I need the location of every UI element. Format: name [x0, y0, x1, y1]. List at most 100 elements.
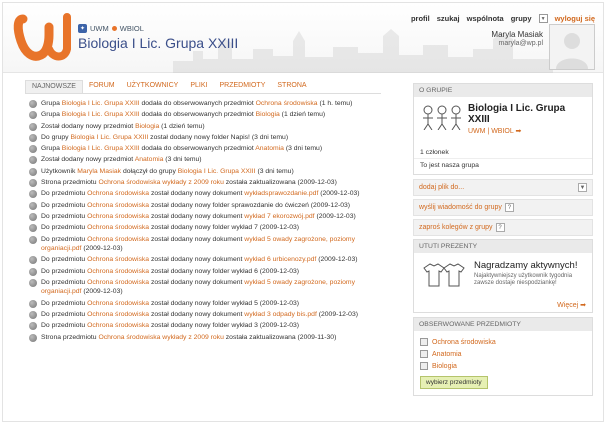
- prizes-header: UTUTI PREZENTY: [414, 240, 592, 253]
- activity-bullet-icon: [29, 267, 37, 276]
- activity-link[interactable]: wykład 3 odpady bis.pdf: [244, 311, 317, 318]
- ututi-logo-icon[interactable]: [13, 9, 71, 67]
- activity-link[interactable]: Ochrona środowiska wykłady z 2009 roku: [98, 334, 223, 341]
- activity-link[interactable]: Ochrona środowiska: [87, 256, 149, 263]
- activity-link[interactable]: wykład 7 ekorozwój.pdf: [244, 213, 314, 220]
- tab-przedmioty[interactable]: PRZEDMIOTY: [213, 80, 271, 93]
- faculty-label[interactable]: WBIOL: [120, 24, 144, 33]
- activity-link[interactable]: Ochrona środowiska: [87, 300, 149, 307]
- activity-link[interactable]: Ochrona środowiska: [256, 100, 318, 107]
- university-label[interactable]: UWM: [90, 24, 109, 33]
- add-file-dropdown[interactable]: dodaj plik do... ▼: [413, 179, 593, 196]
- activity-link[interactable]: Ochrona środowiska: [87, 279, 149, 286]
- activity-segment: został dodany nowy dokument: [149, 212, 245, 220]
- activity-link[interactable]: Biologia: [135, 123, 159, 130]
- activity-segment: Został dodany nowy przedmiot: [41, 122, 136, 130]
- activity-text: Do przedmiotu Ochrona środowiska został …: [41, 223, 299, 233]
- activity-bullet-icon: [29, 122, 37, 131]
- activity-segment: (1 dzień temu): [159, 122, 205, 130]
- watched-subject-link[interactable]: Ochrona środowiska: [414, 336, 592, 348]
- activity-segment: (3 dni temu): [283, 145, 323, 153]
- activity-link[interactable]: Ochrona środowiska: [87, 268, 149, 275]
- subject-book-icon: [420, 338, 428, 346]
- list-item: Do przedmiotu Ochrona środowiska został …: [29, 299, 389, 309]
- activity-bullet-icon: [29, 235, 37, 244]
- activity-link[interactable]: Ochrona środowiska: [87, 322, 149, 329]
- prizes-title: Nagradzamy aktywnych!: [474, 260, 578, 271]
- activity-link[interactable]: Biologia I Lic. Grupa XXIII: [70, 134, 148, 141]
- user-email[interactable]: maryla@wp.pl: [499, 40, 543, 47]
- activity-segment: Do przedmiotu: [41, 224, 88, 232]
- activity-link[interactable]: wykład 6 urbicenozy.pdf: [244, 256, 316, 263]
- help-icon[interactable]: ?: [495, 223, 505, 232]
- send-message-label: wyślij wiadomość do grupy: [419, 204, 502, 211]
- activity-segment: został dodany nowy dokument: [149, 278, 245, 286]
- tab-najnowsze[interactable]: NAJNOWSZE: [25, 80, 83, 93]
- activity-bullet-icon: [29, 278, 37, 287]
- list-item: Do przedmiotu Ochrona środowiska został …: [29, 310, 389, 320]
- activity-segment: został dodany nowy folder wykład 7 (2009…: [149, 224, 300, 232]
- group-org-label: UWM | WBIOL: [468, 128, 514, 135]
- invite-label: zaproś kolegów z grupy: [419, 224, 493, 231]
- choose-subjects-button[interactable]: wybierz przedmioty: [420, 376, 488, 389]
- activity-text: Grupa Biologia I Lic. Grupa XXIII dodała…: [41, 110, 325, 120]
- nav-community-link[interactable]: wspólnota: [467, 14, 504, 23]
- prizes-text: Najaktywniejszy użytkownik tygodnia zaws…: [474, 273, 573, 286]
- tab-forum[interactable]: FORUM: [83, 80, 121, 93]
- tab-strona[interactable]: STRONA: [271, 80, 312, 93]
- avatar[interactable]: [549, 24, 595, 70]
- activity-link[interactable]: Ochrona środowiska: [87, 224, 149, 231]
- activity-link[interactable]: Biologia I Lic. Grupa XXIII: [178, 168, 256, 175]
- university-badge[interactable]: ✦ UWM WBIOL: [78, 23, 144, 33]
- list-item: Do grupy Biologia I Lic. Grupa XXIII zos…: [29, 133, 389, 143]
- activity-link[interactable]: Ochrona środowiska: [87, 213, 149, 220]
- help-icon[interactable]: ?: [504, 203, 514, 212]
- send-message-button[interactable]: wyślij wiadomość do grupy ?: [413, 199, 593, 216]
- activity-segment: (2009-12-03): [314, 212, 356, 220]
- activity-link[interactable]: Anatomia: [135, 156, 164, 163]
- activity-link[interactable]: wykładsprawozdanie.pdf: [244, 190, 318, 197]
- nav-groups-link[interactable]: grupy: [511, 14, 532, 23]
- nav-profile-link[interactable]: profil: [411, 14, 430, 23]
- activity-link[interactable]: Ochrona środowiska: [87, 236, 149, 243]
- list-item: Do przedmiotu Ochrona środowiska został …: [29, 235, 389, 254]
- chevron-down-icon[interactable]: ▼: [578, 183, 587, 192]
- activity-bullet-icon: [29, 133, 37, 142]
- activity-link[interactable]: Biologia: [256, 111, 280, 118]
- page-frame: ✦ UWM WBIOL Biologia I Lic. Grupa XXIII …: [2, 2, 604, 422]
- subject-label: Anatomia: [432, 350, 462, 358]
- activity-link[interactable]: Ochrona środowiska: [87, 190, 149, 197]
- activity-bullet-icon: [29, 212, 37, 221]
- activity-segment: (2009-12-03): [318, 190, 360, 198]
- activity-link[interactable]: Ochrona środowiska: [87, 202, 149, 209]
- invite-button[interactable]: zaproś kolegów z grupy ?: [413, 219, 593, 236]
- activity-bullet-icon: [29, 224, 37, 233]
- activity-link[interactable]: Biologia I Lic. Grupa XXIII: [62, 145, 140, 152]
- activity-link[interactable]: Anatomia: [255, 145, 284, 152]
- activity-text: Użytkownik Maryla Masiak dołączył do gru…: [41, 167, 294, 177]
- activity-segment: został dodany nowy dokument: [149, 235, 245, 243]
- user-name[interactable]: Maryla Masiak: [491, 30, 543, 39]
- group-info-box: O GRUPIE Biologia I Lic. Grupa XXIII UWM…: [413, 83, 593, 175]
- activity-link[interactable]: Biologia I Lic. Grupa XXIII: [62, 111, 140, 118]
- activity-segment: Do przedmiotu: [41, 322, 88, 330]
- activity-segment: został dodany nowy folder wykład 3 (2009…: [149, 322, 300, 330]
- activity-link[interactable]: Biologia I Lic. Grupa XXIII: [62, 100, 140, 107]
- logout-link[interactable]: wyloguj się: [555, 14, 595, 23]
- watched-subject-link[interactable]: Anatomia: [414, 348, 592, 360]
- tab-pliki[interactable]: PLIKI: [184, 80, 213, 93]
- group-org-link[interactable]: UWM | WBIOL ➡: [468, 127, 586, 135]
- activity-segment: (2009-12-03): [81, 245, 123, 253]
- watched-subject-link[interactable]: Biologia: [414, 360, 592, 372]
- activity-link[interactable]: Maryla Masiak: [77, 168, 121, 175]
- watched-subjects-box: OBSERWOWANE PRZEDMIOTY Ochrona środowisk…: [413, 317, 593, 396]
- more-link[interactable]: Więcej ➡: [557, 301, 586, 309]
- nav-search-link[interactable]: szukaj: [437, 14, 460, 23]
- activity-link[interactable]: Ochrona środowiska wykłady z 2009 roku: [98, 179, 223, 186]
- tab-użytkownicy[interactable]: UŻYTKOWNICY: [121, 80, 185, 93]
- more-label: Więcej: [557, 302, 579, 309]
- activity-text: Grupa Biologia I Lic. Grupa XXIII dodała…: [41, 99, 352, 109]
- activity-segment: dodała do obserwowanych przedmiot: [139, 100, 256, 107]
- activity-link[interactable]: Ochrona środowiska: [87, 311, 149, 318]
- groups-dropdown-toggle[interactable]: ▼: [538, 14, 548, 23]
